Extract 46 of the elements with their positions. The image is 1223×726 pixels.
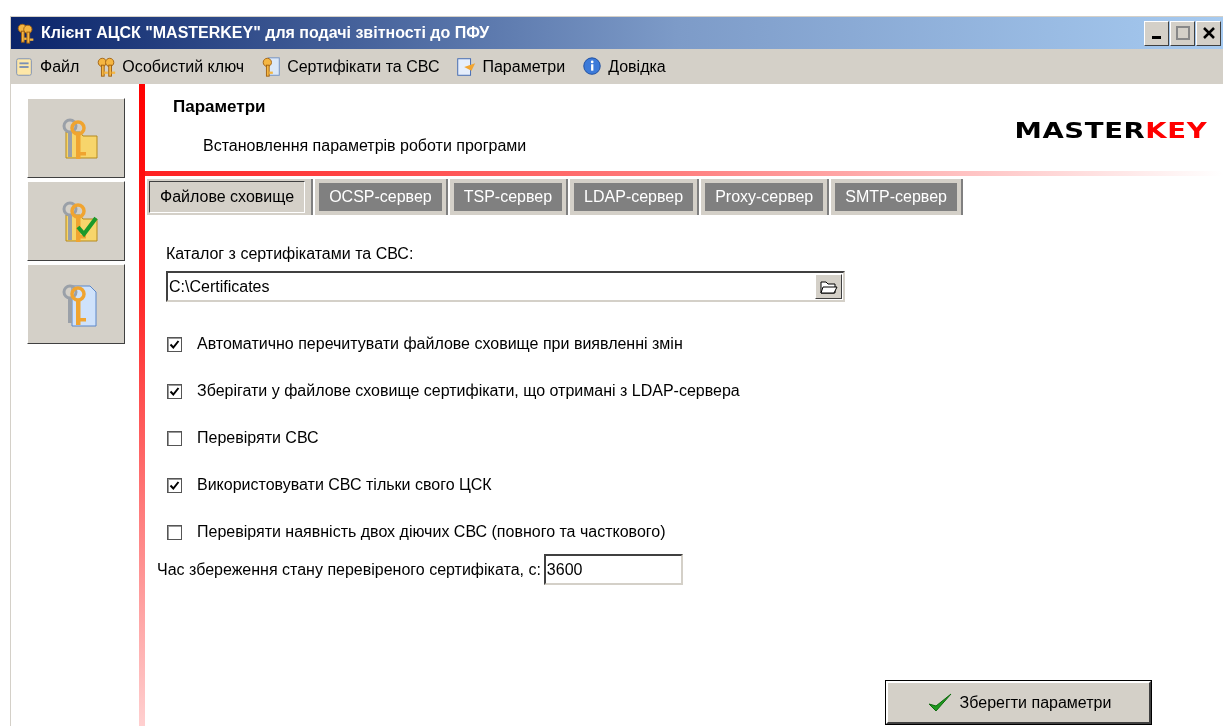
- option-label: Перевіряти наявність двох діючих СВС (повного та часткового): [197, 522, 666, 542]
- menu-item[interactable]: Сертифікати та СВС: [260, 54, 440, 79]
- tab[interactable]: OCSP-сервер: [315, 179, 448, 215]
- menu-item[interactable]: Особистий ключ: [95, 54, 245, 79]
- tab[interactable]: Proxy-сервер: [701, 179, 830, 215]
- sidebar-button[interactable]: [27, 181, 125, 261]
- checkbox[interactable]: [167, 383, 182, 399]
- menu-item[interactable]: Параметри: [455, 54, 566, 79]
- key-icon: [95, 55, 118, 78]
- document-arrow-icon: [455, 55, 478, 78]
- option-label: Перевіряти СВС: [197, 428, 319, 448]
- minimize-icon: [1152, 36, 1161, 39]
- save-button[interactable]: Зберегти параметри: [886, 681, 1151, 724]
- folder-open-icon: [819, 278, 838, 295]
- menu-item[interactable]: Файл: [13, 54, 80, 79]
- section-subtitle: Встановлення параметрів роботи програми: [203, 135, 527, 156]
- maximize-button[interactable]: [1170, 20, 1195, 46]
- tab[interactable]: Файлове сховище: [147, 179, 314, 215]
- field-label: Каталог з сертифікатами та СВС:: [166, 244, 414, 264]
- key-document-icon: [260, 55, 283, 78]
- info-icon: [581, 55, 604, 78]
- brand-logo: MASTERKEY: [1014, 117, 1207, 145]
- tab[interactable]: LDAP-сервер: [570, 179, 700, 215]
- sidebar-button[interactable]: [27, 264, 125, 344]
- checkbox[interactable]: [167, 430, 182, 446]
- option-label: Використовувати СВС тільки свого ЦСК: [197, 475, 492, 495]
- directory-field[interactable]: C:\Certificates: [166, 271, 845, 302]
- close-icon: [1201, 26, 1216, 40]
- checkbox[interactable]: [167, 336, 182, 352]
- option-label: Зберігати у файлове сховище сертифікати, що отримані з LDAP-сервера: [197, 381, 740, 401]
- section-title: Параметри: [173, 96, 266, 118]
- cache-time-field[interactable]: 3600: [543, 554, 683, 585]
- option-label: Автоматично перечитувати файлове сховище при виявленні змін: [197, 334, 683, 354]
- window-title: Клієнт АЦСК "MASTERKEY" для подачі звітності до ПФУ: [41, 23, 490, 43]
- close-button[interactable]: [1196, 20, 1221, 46]
- field-label: Час збереження стану перевіреного сертифіката, с:: [157, 559, 541, 580]
- sidebar-button[interactable]: [27, 98, 125, 178]
- minimize-button[interactable]: [1144, 20, 1169, 46]
- tab[interactable]: SMTP-сервер: [831, 179, 963, 215]
- checkbox[interactable]: [167, 477, 182, 493]
- document-icon: [13, 55, 35, 78]
- browse-button[interactable]: [815, 274, 842, 299]
- maximize-icon: [1175, 26, 1190, 40]
- tab[interactable]: TSP-сервер: [449, 179, 569, 215]
- menu-item[interactable]: Довідка: [581, 54, 666, 79]
- checkbox[interactable]: [167, 524, 182, 540]
